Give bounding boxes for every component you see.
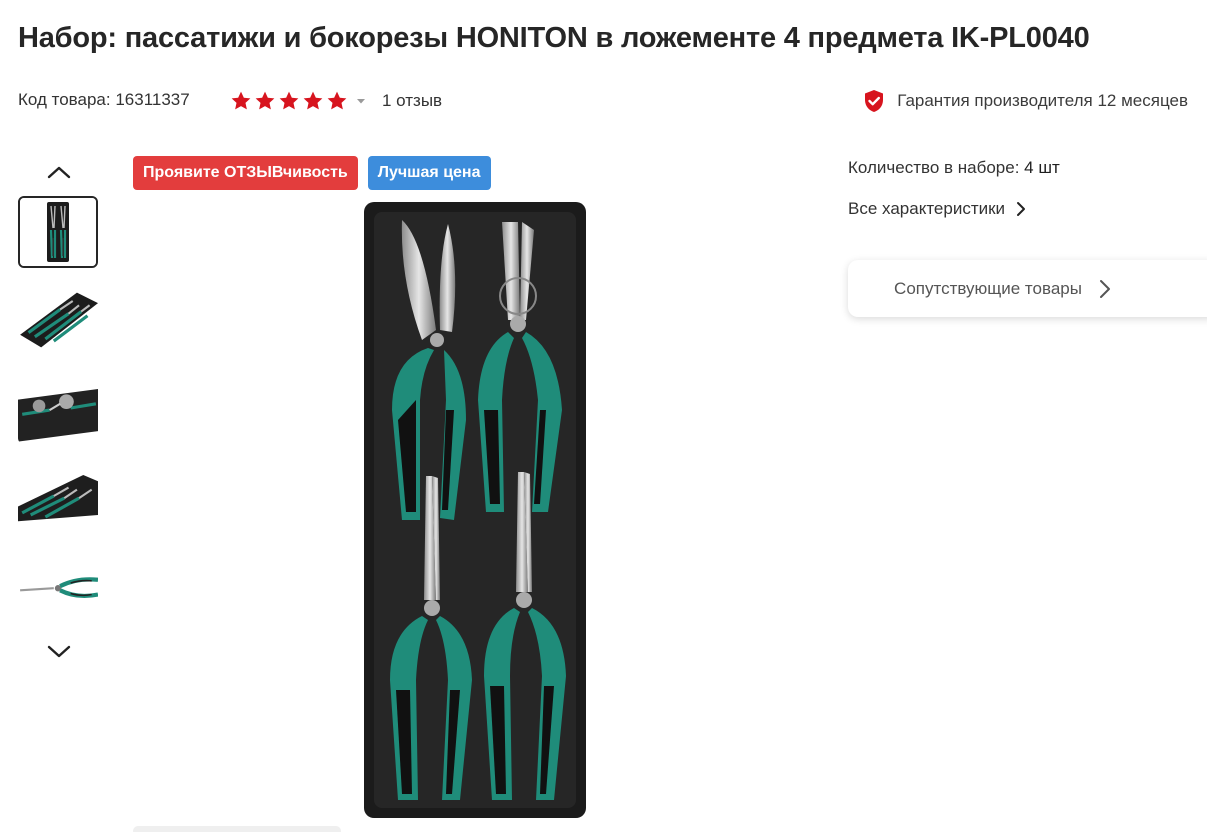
- all-specs-label: Все характеристики: [848, 199, 1006, 218]
- rating[interactable]: 1 отзыв: [230, 88, 442, 114]
- star-icon: [303, 91, 323, 110]
- badge-best-price[interactable]: Лучшая цена: [367, 156, 491, 190]
- page-title: Набор: пассатижи и бокорезы HONITON в ло…: [18, 22, 1090, 54]
- badge-feedback-promo[interactable]: Проявите ОТЗЫВчивость: [133, 156, 358, 190]
- reviews-link[interactable]: 1 отзыв: [382, 91, 442, 111]
- thumbnail-tray-angled-view[interactable]: [18, 284, 98, 356]
- star-icon: [255, 91, 275, 110]
- related-products-label: Сопутствующие товары: [894, 278, 1082, 298]
- star-icon: [231, 91, 251, 110]
- related-products-button[interactable]: Сопутствующие товары: [848, 260, 1207, 317]
- promo-badges: Проявите ОТЗЫВчивость Лучшая цена: [133, 156, 491, 190]
- warranty: Гарантия производителя 12 месяцев: [863, 88, 1188, 114]
- product-meta-row: Код товара: 16311337 1 отзыв Гарантия пр…: [18, 88, 1188, 114]
- star-icon: [327, 91, 347, 110]
- thumbnail-tray-closeup[interactable]: [18, 372, 98, 444]
- quantity-spec: Количество в наборе: 4 шт: [848, 158, 1060, 178]
- product-sku: Код товара: 16311337: [18, 90, 190, 109]
- caret-down-icon[interactable]: [356, 96, 366, 106]
- chevron-up-icon[interactable]: [46, 162, 72, 182]
- product-main-image[interactable]: [362, 200, 588, 820]
- thumbnail-tray-side-view[interactable]: [18, 460, 98, 532]
- image-footer-bar: [133, 826, 341, 832]
- thumbnail-tray-top-view[interactable]: [18, 196, 98, 268]
- shield-check-icon: [865, 90, 884, 112]
- quantity-label: Количество в наборе:: [848, 158, 1020, 177]
- thumbnail-needle-nose-pliers[interactable]: [18, 548, 98, 620]
- chevron-down-icon[interactable]: [46, 642, 72, 662]
- quantity-value: 4 шт: [1024, 158, 1060, 177]
- warranty-label: Гарантия производителя 12 месяцев: [897, 91, 1188, 110]
- chevron-right-icon: [1017, 202, 1026, 216]
- all-specs-link[interactable]: Все характеристики: [848, 199, 1027, 219]
- chevron-right-icon: [1099, 279, 1110, 298]
- star-icon: [279, 91, 299, 110]
